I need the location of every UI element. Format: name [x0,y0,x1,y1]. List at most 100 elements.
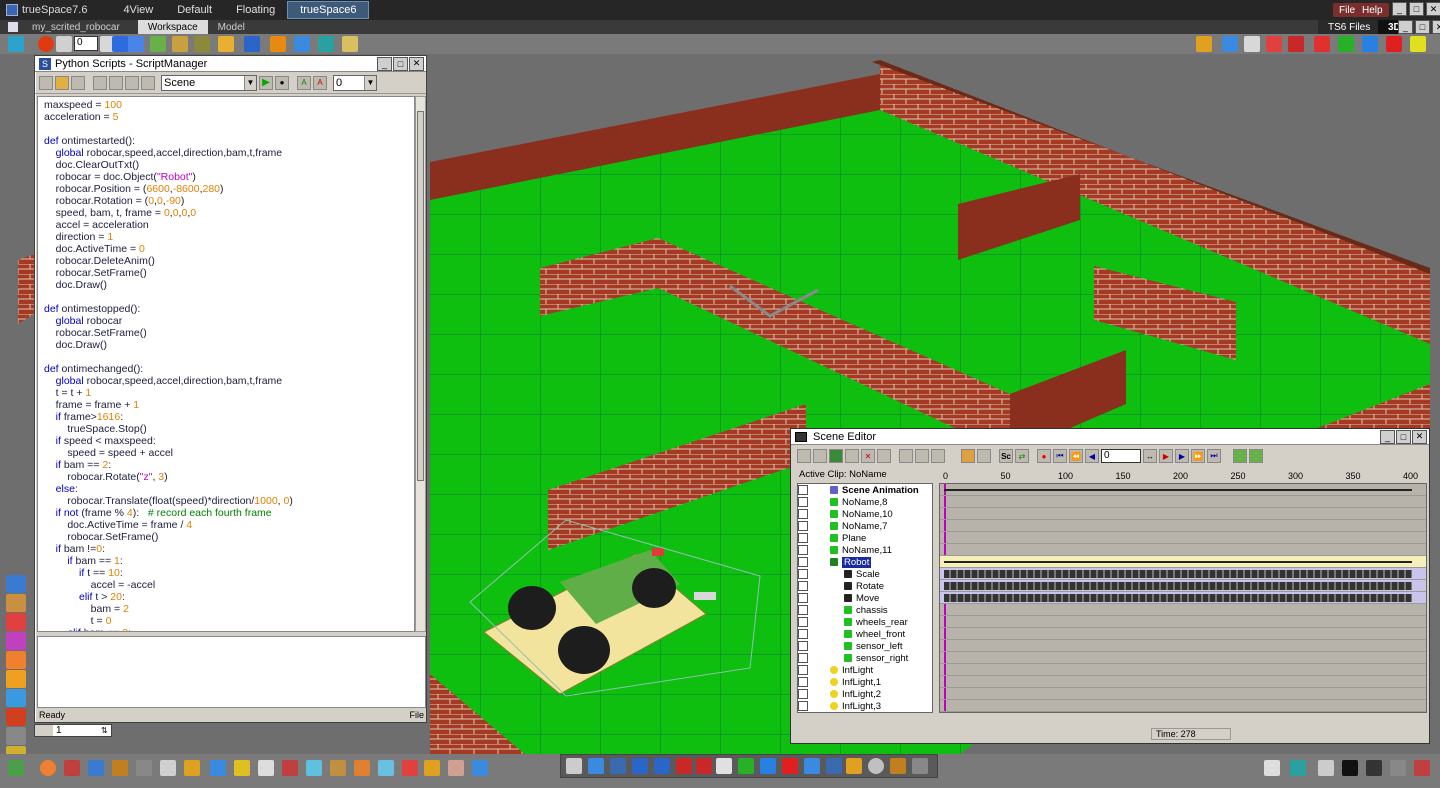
primitive-icon[interactable] [6,613,26,631]
attach-icon[interactable]: A [297,75,311,90]
bottom-right-tool-5-icon[interactable] [1366,760,1382,776]
bottom-x-icon[interactable] [738,758,754,774]
se-record-icon[interactable]: ● [1037,449,1051,463]
particles-icon[interactable] [218,36,234,52]
bottom-z-icon[interactable] [782,758,798,774]
detach-icon[interactable]: A [313,75,327,90]
se-next-key-icon[interactable]: ⏩ [1191,449,1205,463]
bottom-home-icon[interactable] [676,758,692,774]
paste-icon[interactable] [125,75,139,90]
se-last-frame-icon[interactable]: ⏭ [1207,449,1221,463]
sphere-icon[interactable] [294,36,310,52]
sphere-primitive-icon[interactable] [40,760,56,776]
se-view-2-icon[interactable] [1249,449,1263,463]
bottom-face-icon[interactable] [448,760,464,776]
se-delete-icon[interactable]: ✕ [861,449,875,463]
bottom-tool-5-icon[interactable] [112,760,128,776]
se-prev-key-icon[interactable]: ⏪ [1069,449,1083,463]
se-prev-frame-icon[interactable]: ◀ [1085,449,1099,463]
bottom-tool-8-icon[interactable] [184,760,200,776]
track-row[interactable] [940,496,1426,508]
visibility-checkbox[interactable] [798,509,808,519]
scene-editor-icon[interactable] [150,36,166,52]
object-tool-icon[interactable] [6,575,26,593]
paint-icon[interactable] [270,36,286,52]
z-axis-icon[interactable] [1386,36,1402,52]
doc-close-icon[interactable]: ✕ [1432,20,1440,34]
layout-tab-truespace6[interactable]: trueSpace6 [287,1,370,19]
grid-tool-icon[interactable] [6,708,26,726]
tree-item[interactable]: wheel_front [798,628,932,640]
se-lock-icon[interactable] [961,449,975,463]
home-icon[interactable] [1266,36,1282,52]
track-row[interactable] [940,640,1426,652]
tree-item[interactable]: InfLight,2 [798,688,932,700]
folder-icon[interactable] [1196,36,1212,52]
tree-item[interactable]: NoName,10 [798,508,932,520]
keyframe-track[interactable] [944,570,1412,578]
scrollbar-thumb[interactable] [417,111,424,481]
bottom-cube-icon[interactable] [632,758,648,774]
snap-icon[interactable] [1410,36,1426,52]
boolean-icon[interactable] [6,689,26,707]
visibility-checkbox[interactable] [798,701,808,711]
bottom-tool-7-icon[interactable] [160,760,176,776]
se-swap-icon[interactable]: ⇄ [1015,449,1029,463]
run-icon[interactable]: ▶ [259,75,273,90]
se-paste-icon[interactable] [931,449,945,463]
play-icon[interactable] [112,36,128,52]
sm-close-icon[interactable]: ✕ [409,56,424,71]
layout-tab-4view[interactable]: 4View [111,2,165,18]
bottom-axis-icon[interactable] [402,760,418,776]
ts6-files-button[interactable]: TS6 Files [1318,20,1381,34]
visibility-checkbox[interactable] [798,521,808,531]
se-frame-input[interactable]: 0 [1101,449,1141,463]
se-loop-icon[interactable]: ↔ [1143,449,1157,463]
timeline-ruler[interactable]: 0 50 100 150 200 250 300 350 400 [939,469,1427,483]
code-editor[interactable]: maxspeed = 100 acceleration = 5 def ontime… [37,96,415,632]
tab-model[interactable]: Model [208,20,255,34]
frame-spinner-icon[interactable]: ⇅ [101,726,111,735]
cone-icon[interactable] [64,760,80,776]
new-file-icon[interactable] [39,75,53,90]
se-view-1-icon[interactable] [1233,449,1247,463]
se-zoom-icon[interactable] [977,449,991,463]
x-axis-icon[interactable] [1338,36,1354,52]
track-row[interactable] [940,556,1426,568]
brush-2-icon[interactable] [88,760,104,776]
help-menu[interactable]: Help [1356,3,1389,17]
save-icon[interactable] [71,75,85,90]
doc-restore-icon[interactable]: □ [1415,20,1430,34]
visibility-checkbox[interactable] [798,545,808,555]
tree-item[interactable]: NoName,11 [798,544,932,556]
visibility-checkbox[interactable] [798,617,808,627]
render-icon[interactable] [6,632,26,650]
rotate-tool-icon[interactable] [588,758,604,774]
doc-minimize-icon[interactable]: _ [1398,20,1413,34]
forward-icon[interactable] [128,36,144,52]
tree-item[interactable]: Move [798,592,932,604]
path-icon[interactable] [172,36,188,52]
track-row[interactable] [940,616,1426,628]
tree-item[interactable]: chassis [798,604,932,616]
clip-range-bar[interactable] [944,489,1412,491]
visibility-checkbox[interactable] [798,677,808,687]
track-row[interactable] [940,652,1426,664]
se-refresh-icon[interactable] [845,449,859,463]
se-tool-3-icon[interactable] [829,449,843,463]
track-row[interactable] [940,508,1426,520]
bottom-tool-15-icon[interactable] [354,760,370,776]
bottom-tool-13-icon[interactable] [306,760,322,776]
bottom-tool-14-icon[interactable] [330,760,346,776]
event-combo[interactable]: Scene ▼ [161,74,257,91]
lasso-icon[interactable] [6,594,26,612]
scale-tool-icon[interactable] [610,758,626,774]
track-row[interactable] [940,604,1426,616]
view-box-icon[interactable] [1222,36,1238,52]
bottom-right-tool-1-icon[interactable] [1264,760,1280,776]
bottom-hand-icon[interactable] [472,760,488,776]
bottom-grid-icon[interactable] [912,758,928,774]
bottom-cube-2-icon[interactable] [654,758,670,774]
visibility-checkbox[interactable] [798,629,808,639]
se-cut-icon[interactable] [899,449,913,463]
